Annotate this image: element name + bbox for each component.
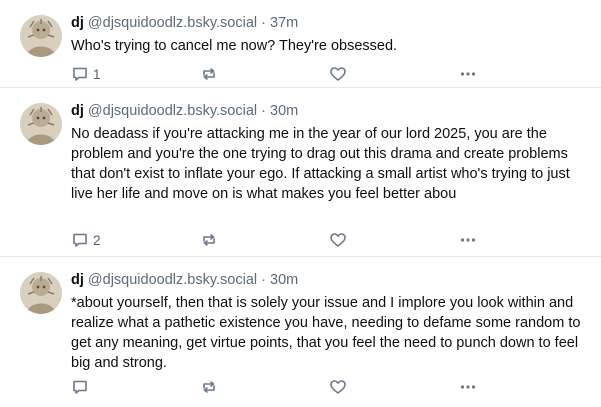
reply-icon	[71, 65, 89, 83]
repost-icon	[200, 231, 218, 249]
reply-icon	[71, 378, 89, 396]
separator: ·	[261, 103, 266, 119]
avatar[interactable]	[20, 103, 62, 145]
repost-button[interactable]	[200, 64, 218, 84]
separator: ·	[261, 15, 266, 31]
author-handle[interactable]: @djsquidoodlz.bsky.social	[88, 15, 257, 31]
reply-button[interactable]: 2	[71, 230, 101, 250]
more-options-icon	[459, 231, 477, 249]
post-header: dj @djsquidoodlz.bsky.social · 30m	[71, 271, 585, 290]
avatar[interactable]	[20, 272, 62, 314]
post-item[interactable]: dj @djsquidoodlz.bsky.social · 37m Who's…	[0, 0, 601, 88]
heart-icon	[329, 231, 347, 249]
heart-icon	[329, 378, 347, 396]
post-time[interactable]: 37m	[270, 15, 298, 31]
more-options-button[interactable]	[459, 230, 477, 250]
post-text: No deadass if you're attacking me in the…	[71, 126, 570, 202]
author-name[interactable]: dj	[71, 15, 84, 31]
reply-count: 1	[93, 66, 101, 82]
post-feed: dj @djsquidoodlz.bsky.social · 37m Who's…	[0, 0, 601, 407]
reply-button[interactable]: 1	[71, 64, 101, 84]
author-handle[interactable]: @djsquidoodlz.bsky.social	[88, 103, 257, 119]
post-actions: 2	[71, 230, 601, 250]
post-text: *about yourself, then that is solely you…	[71, 295, 581, 371]
more-options-icon	[459, 65, 477, 83]
repost-icon	[200, 65, 218, 83]
repost-button[interactable]	[200, 377, 218, 397]
separator: ·	[261, 272, 266, 288]
post-header: dj @djsquidoodlz.bsky.social · 30m	[71, 102, 585, 121]
like-button[interactable]	[329, 64, 347, 84]
post-text: Who's trying to cancel me now? They're o…	[71, 38, 398, 54]
reply-count: 2	[93, 232, 101, 248]
more-options-button[interactable]	[459, 377, 477, 397]
reply-button[interactable]	[71, 377, 93, 397]
post-item[interactable]: dj @djsquidoodlz.bsky.social · 30m *abou…	[0, 257, 601, 407]
author-handle[interactable]: @djsquidoodlz.bsky.social	[88, 272, 257, 288]
more-options-button[interactable]	[459, 64, 477, 84]
like-button[interactable]	[329, 230, 347, 250]
like-button[interactable]	[329, 377, 347, 397]
repost-button[interactable]	[200, 230, 218, 250]
post-actions	[71, 377, 601, 397]
avatar[interactable]	[20, 15, 62, 57]
repost-icon	[200, 378, 218, 396]
post-header: dj @djsquidoodlz.bsky.social · 37m	[71, 14, 585, 33]
post-time[interactable]: 30m	[270, 103, 298, 119]
author-name[interactable]: dj	[71, 272, 84, 288]
post-actions: 1	[71, 64, 601, 84]
heart-icon	[329, 65, 347, 83]
more-options-icon	[459, 378, 477, 396]
post-item[interactable]: dj @djsquidoodlz.bsky.social · 30m No de…	[0, 88, 601, 257]
post-time[interactable]: 30m	[270, 272, 298, 288]
author-name[interactable]: dj	[71, 103, 84, 119]
reply-icon	[71, 231, 89, 249]
